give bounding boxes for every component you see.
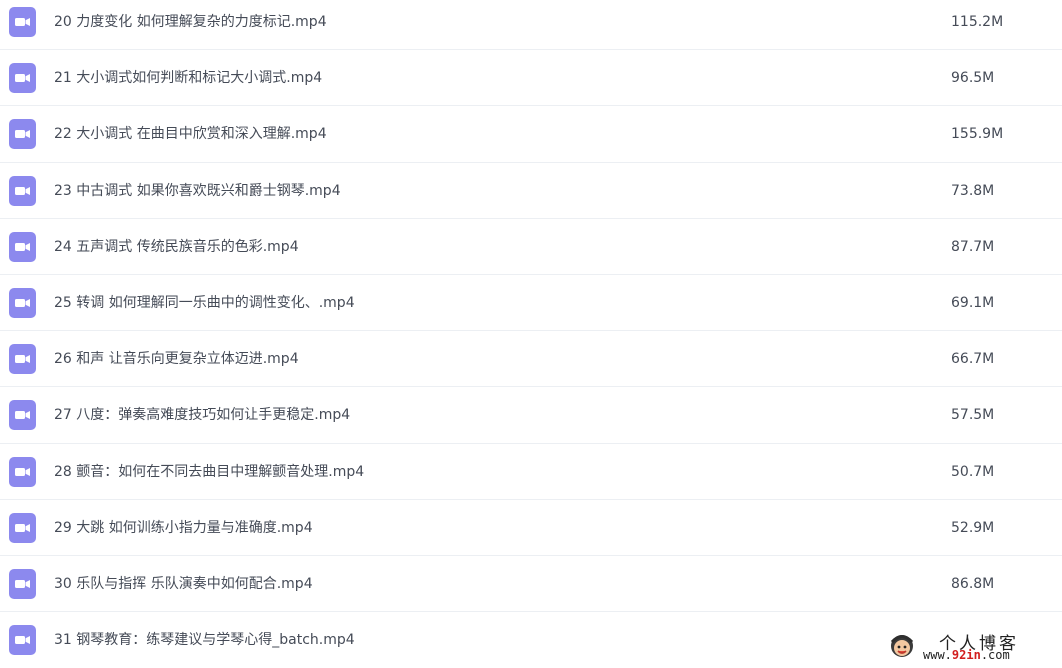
file-name[interactable]: 24 五声调式 传统民族音乐的色彩.mp4 [54, 219, 299, 275]
file-name[interactable]: 28 颤音：如何在不同去曲目中理解颤音处理.mp4 [54, 444, 364, 500]
file-size: 69.1M [951, 294, 995, 311]
video-file-icon [9, 456, 36, 487]
watermark-url-prefix: www. [923, 648, 952, 662]
watermark: 个人博客 www.92in.com [887, 629, 1057, 663]
video-file-icon [9, 231, 36, 262]
file-size: 96.5M [951, 70, 995, 87]
video-file-icon [9, 7, 36, 37]
file-row[interactable]: 23 中古调式 如果你喜欢既兴和爵士钢琴.mp4 73.8M [0, 163, 1062, 219]
video-file-icon [9, 63, 36, 94]
file-row[interactable]: 28 颤音：如何在不同去曲目中理解颤音处理.mp4 50.7M [0, 444, 1062, 500]
file-row[interactable]: 26 和声 让音乐向更复杂立体迈进.mp4 66.7M [0, 331, 1062, 388]
video-file-icon [9, 175, 36, 206]
video-file-icon [9, 119, 36, 150]
file-name[interactable]: 23 中古调式 如果你喜欢既兴和爵士钢琴.mp4 [54, 163, 341, 219]
video-file-icon [9, 625, 36, 656]
file-name[interactable]: 20 力度变化 如何理解复杂的力度标记.mp4 [54, 0, 327, 50]
file-row[interactable]: 27 八度：弹奏高难度技巧如何让手更稳定.mp4 57.5M [0, 387, 1062, 444]
file-size: 73.8M [951, 182, 995, 199]
file-list: 20 力度变化 如何理解复杂的力度标记.mp4 115.2M 21 大小调式如何判断… [0, 0, 1062, 668]
file-size: 57.5M [951, 407, 995, 424]
file-name[interactable]: 21 大小调式如何判断和标记大小调式.mp4 [54, 50, 322, 106]
file-name[interactable]: 31 钢琴教育：练琴建议与学琴心得_batch.mp4 [54, 612, 355, 668]
file-row[interactable]: 25 转调 如何理解同一乐曲中的调性变化、.mp4 69.1M [0, 275, 1062, 332]
file-row[interactable]: 20 力度变化 如何理解复杂的力度标记.mp4 115.2M [0, 0, 1062, 51]
file-size: 86.8M [951, 575, 995, 592]
file-row[interactable]: 22 大小调式 在曲目中欣赏和深入理解.mp4 155.9M [0, 106, 1062, 163]
file-size: 52.9M [951, 519, 995, 536]
video-file-icon [9, 568, 36, 599]
cartoon-face-icon [890, 635, 914, 657]
file-size: 155.9M [951, 126, 1004, 143]
file-name[interactable]: 25 转调 如何理解同一乐曲中的调性变化、.mp4 [54, 275, 355, 331]
file-name[interactable]: 29 大跳 如何训练小指力量与准确度.mp4 [54, 500, 313, 556]
video-file-icon [9, 344, 36, 375]
file-size: 87.7M [951, 238, 995, 255]
video-file-icon [9, 400, 36, 431]
file-size: 50.7M [951, 463, 995, 480]
file-row[interactable]: 21 大小调式如何判断和标记大小调式.mp4 96.5M [0, 50, 1062, 107]
video-file-icon [9, 287, 36, 318]
file-size: 115.2M [951, 14, 1004, 30]
watermark-url-accent: 92in [951, 648, 981, 662]
file-row[interactable]: 29 大跳 如何训练小指力量与准确度.mp4 52.9M [0, 500, 1062, 556]
watermark-url: www.92in.com [923, 648, 1010, 662]
video-file-icon [9, 512, 36, 543]
watermark-url-suffix: .com [980, 648, 1010, 662]
file-size: 66.7M [951, 351, 995, 368]
file-name[interactable]: 30 乐队与指挥 乐队演奏中如何配合.mp4 [54, 556, 313, 612]
file-name[interactable]: 22 大小调式 在曲目中欣赏和深入理解.mp4 [54, 106, 327, 162]
file-row[interactable]: 30 乐队与指挥 乐队演奏中如何配合.mp4 86.8M [0, 556, 1062, 613]
file-name[interactable]: 27 八度：弹奏高难度技巧如何让手更稳定.mp4 [54, 387, 350, 443]
file-row[interactable]: 24 五声调式 传统民族音乐的色彩.mp4 87.7M [0, 219, 1062, 275]
file-name[interactable]: 26 和声 让音乐向更复杂立体迈进.mp4 [54, 331, 299, 387]
